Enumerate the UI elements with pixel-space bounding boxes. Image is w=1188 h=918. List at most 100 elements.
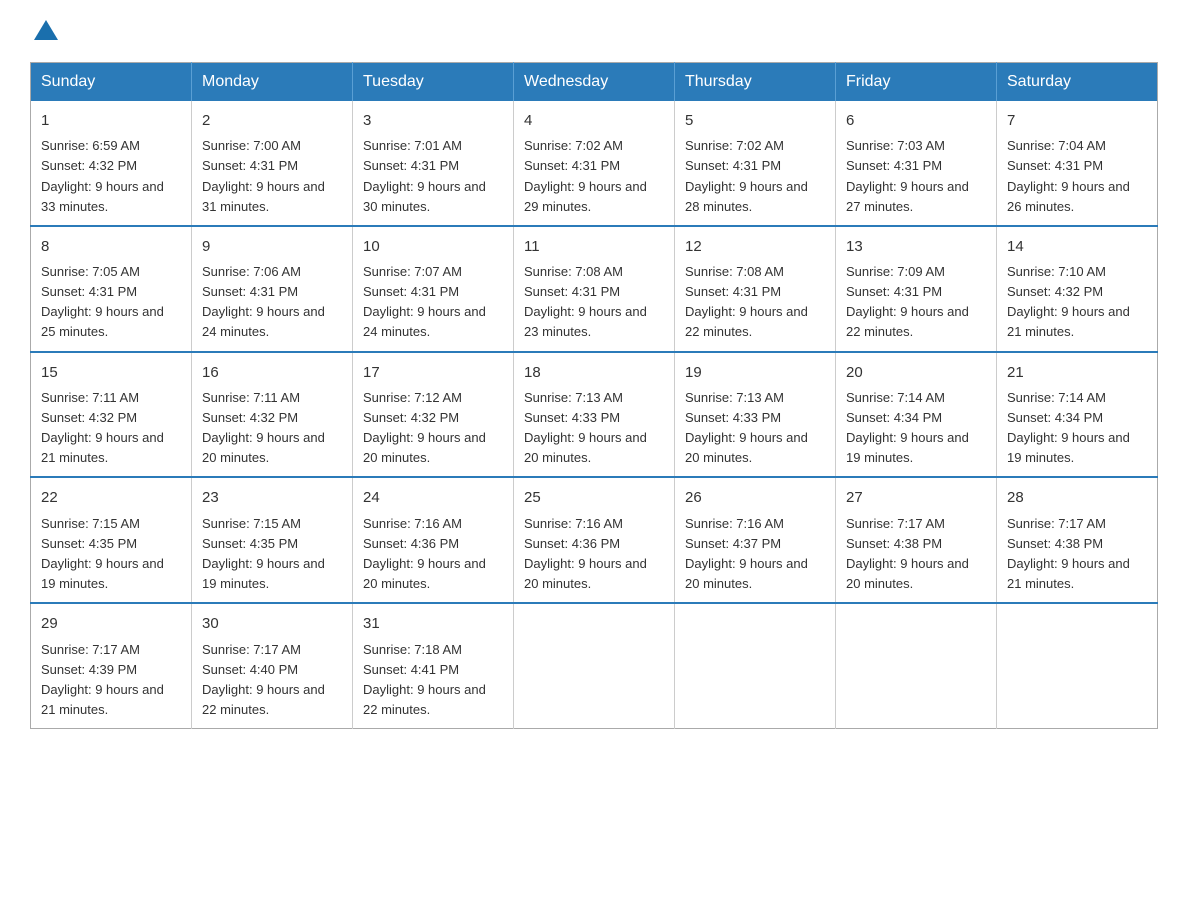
calendar-day-cell: 6 Sunrise: 7:03 AM Sunset: 4:31 PM Dayli… <box>836 101 997 226</box>
day-daylight: Daylight: 9 hours and 19 minutes. <box>1007 430 1130 465</box>
calendar-day-cell: 23 Sunrise: 7:15 AM Sunset: 4:35 PM Dayl… <box>192 477 353 603</box>
calendar-day-cell: 17 Sunrise: 7:12 AM Sunset: 4:32 PM Dayl… <box>353 352 514 478</box>
day-daylight: Daylight: 9 hours and 19 minutes. <box>202 556 325 591</box>
weekday-header-tuesday: Tuesday <box>353 63 514 102</box>
calendar-day-cell: 11 Sunrise: 7:08 AM Sunset: 4:31 PM Dayl… <box>514 226 675 352</box>
day-daylight: Daylight: 9 hours and 22 minutes. <box>363 682 486 717</box>
calendar-day-cell: 8 Sunrise: 7:05 AM Sunset: 4:31 PM Dayli… <box>31 226 192 352</box>
day-sunset: Sunset: 4:36 PM <box>524 536 620 551</box>
calendar-day-cell: 29 Sunrise: 7:17 AM Sunset: 4:39 PM Dayl… <box>31 603 192 728</box>
day-sunset: Sunset: 4:31 PM <box>363 284 459 299</box>
day-sunset: Sunset: 4:34 PM <box>846 410 942 425</box>
day-daylight: Daylight: 9 hours and 31 minutes. <box>202 179 325 214</box>
day-sunrise: Sunrise: 7:05 AM <box>41 264 140 279</box>
day-sunrise: Sunrise: 7:17 AM <box>41 642 140 657</box>
day-daylight: Daylight: 9 hours and 19 minutes. <box>846 430 969 465</box>
day-daylight: Daylight: 9 hours and 26 minutes. <box>1007 179 1130 214</box>
calendar-day-cell: 1 Sunrise: 6:59 AM Sunset: 4:32 PM Dayli… <box>31 101 192 226</box>
day-number: 7 <box>1007 109 1147 132</box>
day-number: 12 <box>685 235 825 258</box>
day-sunrise: Sunrise: 7:02 AM <box>524 138 623 153</box>
day-number: 30 <box>202 612 342 635</box>
calendar-day-cell: 18 Sunrise: 7:13 AM Sunset: 4:33 PM Dayl… <box>514 352 675 478</box>
day-sunset: Sunset: 4:38 PM <box>1007 536 1103 551</box>
day-number: 21 <box>1007 361 1147 384</box>
calendar-day-cell <box>997 603 1158 728</box>
calendar-table: SundayMondayTuesdayWednesdayThursdayFrid… <box>30 62 1158 729</box>
page-header <box>30 20 1158 42</box>
calendar-day-cell: 28 Sunrise: 7:17 AM Sunset: 4:38 PM Dayl… <box>997 477 1158 603</box>
calendar-day-cell: 4 Sunrise: 7:02 AM Sunset: 4:31 PM Dayli… <box>514 101 675 226</box>
day-sunrise: Sunrise: 7:16 AM <box>363 516 462 531</box>
day-sunrise: Sunrise: 7:18 AM <box>363 642 462 657</box>
day-daylight: Daylight: 9 hours and 24 minutes. <box>202 304 325 339</box>
calendar-day-cell <box>675 603 836 728</box>
calendar-week-row: 29 Sunrise: 7:17 AM Sunset: 4:39 PM Dayl… <box>31 603 1158 728</box>
day-number: 14 <box>1007 235 1147 258</box>
day-sunrise: Sunrise: 7:09 AM <box>846 264 945 279</box>
calendar-week-row: 1 Sunrise: 6:59 AM Sunset: 4:32 PM Dayli… <box>31 101 1158 226</box>
day-daylight: Daylight: 9 hours and 22 minutes. <box>846 304 969 339</box>
calendar-day-cell: 9 Sunrise: 7:06 AM Sunset: 4:31 PM Dayli… <box>192 226 353 352</box>
day-sunrise: Sunrise: 7:12 AM <box>363 390 462 405</box>
day-number: 29 <box>41 612 181 635</box>
logo <box>30 20 62 42</box>
day-daylight: Daylight: 9 hours and 23 minutes. <box>524 304 647 339</box>
calendar-day-cell: 12 Sunrise: 7:08 AM Sunset: 4:31 PM Dayl… <box>675 226 836 352</box>
day-number: 9 <box>202 235 342 258</box>
calendar-day-cell: 13 Sunrise: 7:09 AM Sunset: 4:31 PM Dayl… <box>836 226 997 352</box>
day-sunset: Sunset: 4:38 PM <box>846 536 942 551</box>
calendar-day-cell: 25 Sunrise: 7:16 AM Sunset: 4:36 PM Dayl… <box>514 477 675 603</box>
day-daylight: Daylight: 9 hours and 21 minutes. <box>41 682 164 717</box>
day-number: 6 <box>846 109 986 132</box>
day-number: 3 <box>363 109 503 132</box>
day-sunset: Sunset: 4:32 PM <box>41 158 137 173</box>
day-sunrise: Sunrise: 7:16 AM <box>524 516 623 531</box>
day-sunrise: Sunrise: 7:15 AM <box>202 516 301 531</box>
day-number: 23 <box>202 486 342 509</box>
day-daylight: Daylight: 9 hours and 20 minutes. <box>524 430 647 465</box>
day-sunrise: Sunrise: 7:08 AM <box>685 264 784 279</box>
calendar-week-row: 15 Sunrise: 7:11 AM Sunset: 4:32 PM Dayl… <box>31 352 1158 478</box>
day-number: 11 <box>524 235 664 258</box>
weekday-header-monday: Monday <box>192 63 353 102</box>
day-sunrise: Sunrise: 7:17 AM <box>202 642 301 657</box>
day-sunset: Sunset: 4:33 PM <box>524 410 620 425</box>
day-number: 26 <box>685 486 825 509</box>
day-sunset: Sunset: 4:32 PM <box>41 410 137 425</box>
day-number: 28 <box>1007 486 1147 509</box>
day-sunrise: Sunrise: 7:02 AM <box>685 138 784 153</box>
day-daylight: Daylight: 9 hours and 22 minutes. <box>685 304 808 339</box>
day-sunrise: Sunrise: 7:17 AM <box>1007 516 1106 531</box>
day-sunrise: Sunrise: 7:14 AM <box>1007 390 1106 405</box>
calendar-week-row: 22 Sunrise: 7:15 AM Sunset: 4:35 PM Dayl… <box>31 477 1158 603</box>
day-sunrise: Sunrise: 7:01 AM <box>363 138 462 153</box>
day-sunrise: Sunrise: 7:11 AM <box>41 390 139 405</box>
day-sunset: Sunset: 4:41 PM <box>363 662 459 677</box>
calendar-day-cell: 27 Sunrise: 7:17 AM Sunset: 4:38 PM Dayl… <box>836 477 997 603</box>
day-daylight: Daylight: 9 hours and 20 minutes. <box>202 430 325 465</box>
day-number: 8 <box>41 235 181 258</box>
calendar-day-cell: 16 Sunrise: 7:11 AM Sunset: 4:32 PM Dayl… <box>192 352 353 478</box>
calendar-week-row: 8 Sunrise: 7:05 AM Sunset: 4:31 PM Dayli… <box>31 226 1158 352</box>
day-daylight: Daylight: 9 hours and 27 minutes. <box>846 179 969 214</box>
day-number: 17 <box>363 361 503 384</box>
day-sunset: Sunset: 4:37 PM <box>685 536 781 551</box>
day-sunset: Sunset: 4:32 PM <box>363 410 459 425</box>
day-daylight: Daylight: 9 hours and 20 minutes. <box>685 430 808 465</box>
day-number: 10 <box>363 235 503 258</box>
day-daylight: Daylight: 9 hours and 20 minutes. <box>524 556 647 591</box>
day-daylight: Daylight: 9 hours and 29 minutes. <box>524 179 647 214</box>
day-number: 25 <box>524 486 664 509</box>
weekday-header-sunday: Sunday <box>31 63 192 102</box>
day-sunrise: Sunrise: 7:10 AM <box>1007 264 1106 279</box>
day-sunrise: Sunrise: 7:16 AM <box>685 516 784 531</box>
day-sunset: Sunset: 4:31 PM <box>524 158 620 173</box>
day-daylight: Daylight: 9 hours and 20 minutes. <box>363 430 486 465</box>
calendar-day-cell: 10 Sunrise: 7:07 AM Sunset: 4:31 PM Dayl… <box>353 226 514 352</box>
day-number: 13 <box>846 235 986 258</box>
day-number: 22 <box>41 486 181 509</box>
day-number: 1 <box>41 109 181 132</box>
weekday-header-friday: Friday <box>836 63 997 102</box>
calendar-day-cell: 24 Sunrise: 7:16 AM Sunset: 4:36 PM Dayl… <box>353 477 514 603</box>
